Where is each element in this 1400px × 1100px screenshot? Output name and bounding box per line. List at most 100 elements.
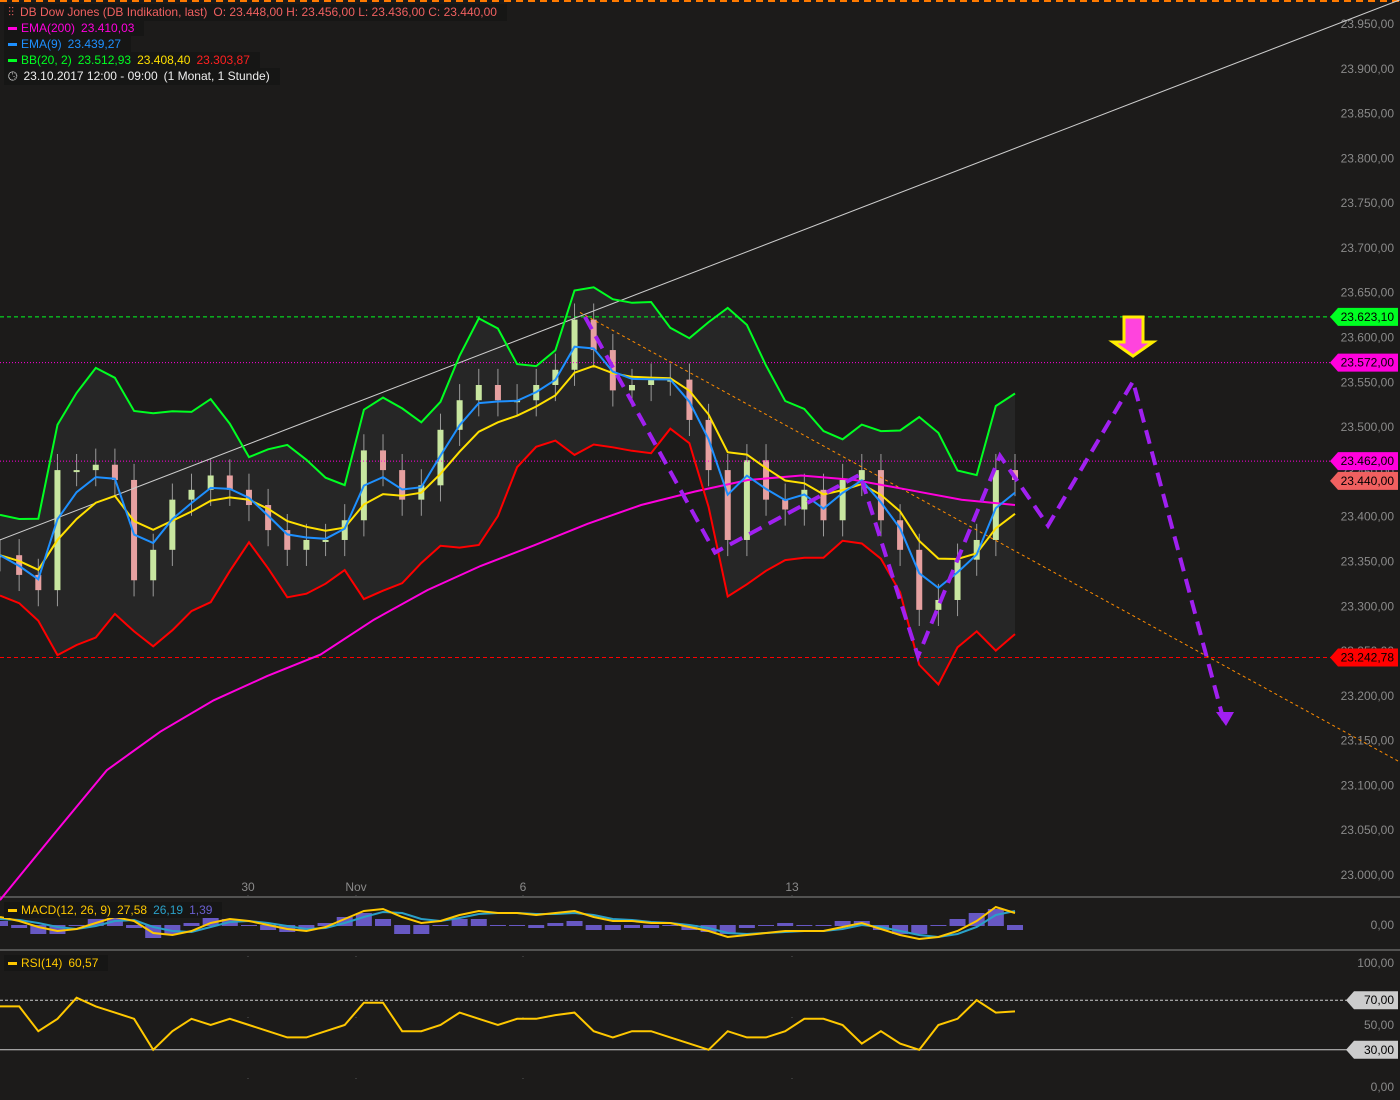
- macd-hist-bar: [240, 925, 257, 926]
- macd-hist-bar: [585, 925, 602, 930]
- candle-body: [303, 539, 310, 550]
- y-tick-label: 23.750,00: [1341, 196, 1395, 210]
- ema200-value: 23.410,03: [81, 21, 135, 35]
- candle-body: [839, 479, 846, 521]
- level-tag-label: 23.462,00: [1341, 454, 1395, 468]
- y-tick-label: 23.850,00: [1341, 107, 1395, 121]
- period-text: (1 Monat, 1 Stunde): [163, 69, 270, 83]
- candle-body: [858, 470, 865, 480]
- rsi-label: RSI(14): [21, 956, 63, 970]
- macd-hist-bar: [183, 923, 200, 926]
- candle-body: [590, 319, 597, 351]
- price-chart[interactable]: 23.000,00 23.050,00 23.100,00 23.150,00 23.2…: [0, 0, 1400, 1100]
- bb-swatch: [8, 59, 17, 63]
- y-tick-label: 23.650,00: [1341, 286, 1395, 300]
- macd-hist-bar: [451, 919, 468, 926]
- y-tick-label: 23.500,00: [1341, 420, 1395, 434]
- legend-range: 🕓︎ 23.10.2017 12:00 - 09:00 (1 Monat, 1 St…: [4, 68, 280, 85]
- rsi-tick-label: 70,00: [1364, 993, 1394, 1007]
- y-tick-label: 23.550,00: [1341, 375, 1395, 389]
- macd-hist-bar: [375, 919, 392, 926]
- macd-hist-bar: [777, 923, 794, 926]
- ema200-label: EMA(200): [21, 21, 76, 35]
- candle-body: [150, 549, 157, 581]
- candle-body: [73, 470, 80, 473]
- candle-body: [92, 464, 99, 471]
- candle-body: [743, 460, 750, 540]
- legend-ema200[interactable]: EMA(200) 23.410,03: [4, 20, 145, 36]
- y-tick-label: 23.000,00: [1341, 868, 1395, 882]
- macd-hist-bar: [413, 925, 430, 934]
- legend-bb[interactable]: BB(20, 2) 23.512,93 23.408,40 23.303,87: [4, 52, 260, 68]
- candle-body: [801, 489, 808, 510]
- candle-body: [724, 470, 731, 540]
- rsi-line: [0, 996, 1016, 1052]
- y-tick-label: 23.400,00: [1341, 510, 1395, 524]
- legend-ema9[interactable]: EMA(9) 23.439,27: [4, 36, 132, 52]
- macd-hist-bar: [547, 923, 564, 926]
- macd-hist-value: 1,39: [189, 903, 213, 917]
- candle: [54, 453, 61, 607]
- y-tick-label: 23.100,00: [1341, 778, 1395, 792]
- y-tick-label: 23.800,00: [1341, 151, 1395, 165]
- macd-hist-bar: [68, 925, 85, 926]
- macd-hist-bar: [528, 925, 545, 928]
- y-tick-label: 23.600,00: [1341, 331, 1395, 345]
- macd-hist-bar: [470, 919, 487, 926]
- y-tick-label: 23.050,00: [1341, 823, 1395, 837]
- y-tick-label: 23.900,00: [1341, 62, 1395, 76]
- chart-window: 23.000,00 23.050,00 23.100,00 23.150,00 23.2…: [0, 0, 1400, 1100]
- ema9-value: 23.439,27: [67, 37, 122, 51]
- bb-label: BB(20, 2): [21, 53, 72, 67]
- down-arrow-icon: [1108, 315, 1158, 358]
- macd-hist-bar: [604, 925, 621, 930]
- macd-hist-bar: [11, 925, 28, 928]
- legend-macd[interactable]: MACD(12, 26, 9) 27,58 26,19 1,39: [4, 902, 223, 918]
- instrument-name: DB Dow Jones (DB Indikation, last): [20, 5, 208, 19]
- macd-hist-bar: [815, 925, 832, 926]
- y-tick-label: 23.300,00: [1341, 599, 1395, 613]
- x-tick-label: 30: [241, 880, 255, 894]
- rsi-value: 60,57: [68, 956, 99, 970]
- rsi-tick-label: 100,00: [1357, 956, 1394, 970]
- y-axis: 23.000,00 23.050,00 23.100,00 23.150,00 23.2…: [1341, 17, 1395, 882]
- projection-arrowhead: [1216, 712, 1234, 726]
- candle-body: [628, 384, 635, 391]
- macd-hist-bar: [949, 919, 966, 926]
- macd-hist-bar: [623, 925, 640, 928]
- ohlc-values: O: 23.448,00 H: 23.456,00 L: 23.436,00 C…: [213, 5, 497, 19]
- macd-swatch: [8, 909, 17, 913]
- candle-body: [54, 470, 61, 591]
- level-tag-label: 23.242,78: [1341, 651, 1395, 665]
- candle-body: [169, 499, 176, 550]
- y-tick-label: 23.700,00: [1341, 241, 1395, 255]
- rsi-tick-label: 30,00: [1364, 1043, 1394, 1057]
- macd-label: MACD(12, 26, 9): [21, 903, 112, 917]
- macd-hist-bar: [0, 921, 8, 926]
- y-tick-label: 23.350,00: [1341, 554, 1395, 568]
- y-tick-label: 23.200,00: [1341, 689, 1395, 703]
- candle-body: [916, 549, 923, 610]
- range-text: 23.10.2017 12:00 - 09:00: [23, 69, 158, 83]
- macd-hist-bar: [911, 925, 928, 934]
- x-tick-label: 6: [520, 880, 527, 894]
- bb-upper-value: 23.512,93: [77, 53, 132, 67]
- macd-hist-bar: [394, 925, 411, 934]
- macd-hist-bar: [643, 925, 660, 928]
- y-tick-label: 23.150,00: [1341, 734, 1395, 748]
- macd-hist-bar: [796, 925, 813, 926]
- ema9-label: EMA(9): [21, 37, 62, 51]
- macd-hist-bar: [738, 925, 755, 928]
- bb-mid-value: 23.408,40: [137, 53, 191, 67]
- candle-body: [475, 384, 482, 401]
- macd-signal-value: 26,19: [153, 903, 184, 917]
- bb-lower-value: 23.303,87: [196, 53, 250, 67]
- x-tick-label: 13: [785, 880, 799, 894]
- macd-hist-bar: [930, 925, 947, 926]
- legend-rsi[interactable]: RSI(14) 60,57: [4, 955, 109, 971]
- indicator-icon: ⫶⫶: [8, 5, 15, 19]
- macd-hist-bar: [509, 925, 526, 926]
- candle-body: [648, 379, 655, 385]
- candle-body: [380, 450, 387, 471]
- legend-instrument: ⫶⫶ DB Dow Jones (DB Indikation, last) O: 2…: [4, 4, 507, 21]
